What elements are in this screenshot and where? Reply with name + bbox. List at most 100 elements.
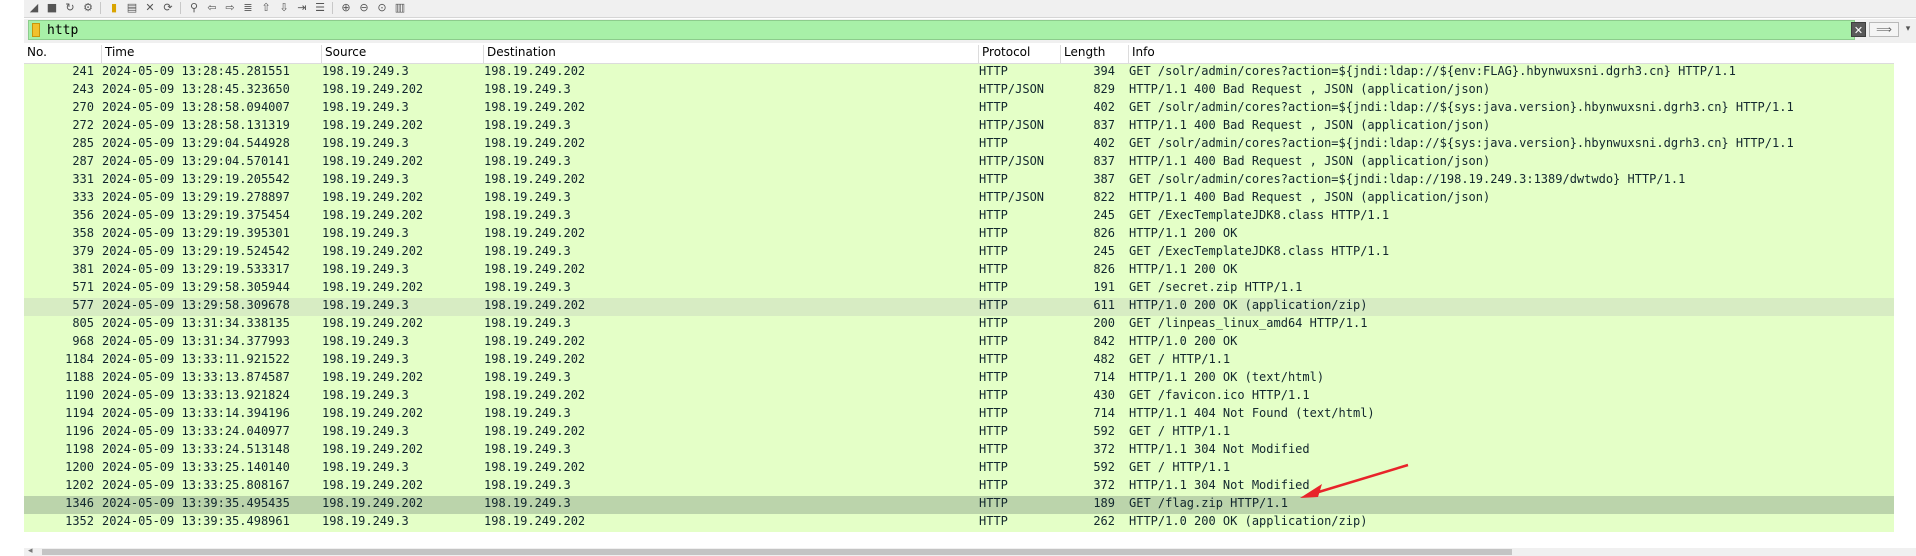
packet-row[interactable]: 1196 2024-05-09 13:33:24.040977 198.19.249…	[24, 424, 1894, 442]
last-packet-icon[interactable]: ⇩	[276, 0, 292, 14]
packet-time: 2024-05-09 13:29:19.395301	[102, 226, 290, 240]
column-header-info[interactable]: Info	[1129, 45, 1894, 63]
packet-length: 714	[1093, 406, 1115, 420]
column-header-protocol[interactable]: Protocol	[979, 45, 1061, 63]
packet-info: HTTP/1.1 400 Bad Request , JSON (applica…	[1129, 154, 1491, 168]
packet-destination: 198.19.249.202	[484, 262, 586, 276]
packet-source: 198.19.249.202	[322, 406, 424, 420]
packet-row[interactable]: 381 2024-05-09 13:29:19.533317 198.19.249.…	[24, 262, 1894, 280]
reload-file-icon[interactable]: ⟳	[160, 0, 176, 14]
column-header-destination[interactable]: Destination	[484, 45, 979, 63]
packet-row[interactable]: 333 2024-05-09 13:29:19.278897 198.19.249.…	[24, 190, 1894, 208]
packet-row[interactable]: 1352 2024-05-09 13:39:35.498961 198.19.249…	[24, 514, 1894, 532]
autoscroll-icon[interactable]: ⇥	[294, 0, 310, 14]
zoom-in-icon[interactable]: ⊕	[338, 0, 354, 14]
shark-fin-icon[interactable]: ◢	[26, 0, 42, 14]
close-file-icon[interactable]: ✕	[142, 0, 158, 14]
packet-row[interactable]: 1202 2024-05-09 13:33:25.808167 198.19.249…	[24, 478, 1894, 496]
packet-time: 2024-05-09 13:29:58.305944	[102, 280, 290, 294]
column-header-source[interactable]: Source	[322, 45, 484, 63]
packet-row[interactable]: 270 2024-05-09 13:28:58.094007 198.19.249.…	[24, 100, 1894, 118]
packet-row[interactable]: 379 2024-05-09 13:29:19.524542 198.19.249.…	[24, 244, 1894, 262]
stop-capture-icon[interactable]: ■	[44, 0, 60, 14]
packet-number: 1200	[65, 460, 94, 474]
packet-row[interactable]: 241 2024-05-09 13:28:45.281551 198.19.249.…	[24, 64, 1894, 82]
resize-columns-icon[interactable]: ▥	[392, 0, 408, 14]
packet-number: 1194	[65, 406, 94, 420]
packet-destination: 198.19.249.202	[484, 460, 586, 474]
first-packet-icon[interactable]: ⇧	[258, 0, 274, 14]
packet-time: 2024-05-09 13:29:58.309678	[102, 298, 290, 312]
go-back-icon[interactable]: ⇦	[204, 0, 220, 14]
packet-length: 402	[1093, 136, 1115, 150]
packet-row[interactable]: 272 2024-05-09 13:28:58.131319 198.19.249.…	[24, 118, 1894, 136]
packet-time: 2024-05-09 13:33:25.808167	[102, 478, 290, 492]
column-header-length[interactable]: Length	[1061, 45, 1129, 63]
scroll-left-icon[interactable]: ◂	[28, 546, 33, 556]
packet-info: HTTP/1.1 200 OK (text/html)	[1129, 370, 1325, 384]
apply-filter-icon[interactable]: ⟹	[1869, 22, 1899, 37]
display-filter-input[interactable]	[47, 21, 1747, 39]
packet-row[interactable]: 358 2024-05-09 13:29:19.395301 198.19.249.…	[24, 226, 1894, 244]
packet-info: GET / HTTP/1.1	[1129, 460, 1231, 474]
zoom-out-icon[interactable]: ⊖	[356, 0, 372, 14]
packet-number: 379	[72, 244, 94, 258]
packet-row[interactable]: 1198 2024-05-09 13:33:24.513148 198.19.249…	[24, 442, 1894, 460]
packet-destination: 198.19.249.202	[484, 424, 586, 438]
packet-protocol: HTTP	[979, 496, 1008, 510]
packet-row[interactable]: 1190 2024-05-09 13:33:13.921824 198.19.249…	[24, 388, 1894, 406]
packet-destination: 198.19.249.3	[484, 370, 571, 384]
packet-protocol: HTTP/JSON	[979, 118, 1045, 132]
packet-length: 837	[1093, 154, 1115, 168]
packet-source: 198.19.249.3	[322, 172, 409, 186]
packet-length: 592	[1093, 460, 1115, 474]
packet-source: 198.19.249.202	[322, 370, 424, 384]
packet-source: 198.19.249.3	[322, 262, 409, 276]
packet-length: 829	[1093, 82, 1115, 96]
packet-info: GET / HTTP/1.1	[1129, 352, 1231, 366]
go-forward-icon[interactable]: ⇨	[222, 0, 238, 14]
packet-length: 826	[1093, 262, 1115, 276]
column-header-no[interactable]: No.	[24, 45, 102, 63]
packet-source: 198.19.249.3	[322, 100, 409, 114]
packet-destination: 198.19.249.202	[484, 172, 586, 186]
capture-options-icon[interactable]: ⚙	[80, 0, 96, 14]
packet-source: 198.19.249.3	[322, 226, 409, 240]
horizontal-scrollbar[interactable]: ◂	[24, 546, 1916, 556]
packet-length: 837	[1093, 118, 1115, 132]
packet-row[interactable]: 571 2024-05-09 13:29:58.305944 198.19.249.…	[24, 280, 1894, 298]
filter-history-chevron-down-icon[interactable]: ▾	[1902, 22, 1914, 37]
packet-row[interactable]: 805 2024-05-09 13:31:34.338135 198.19.249.…	[24, 316, 1894, 334]
packet-row[interactable]: 285 2024-05-09 13:29:04.544928 198.19.249.…	[24, 136, 1894, 154]
find-packet-icon[interactable]: ⚲	[186, 0, 202, 14]
packet-row[interactable]: 287 2024-05-09 13:29:04.570141 198.19.249.…	[24, 154, 1894, 172]
packet-number: 243	[72, 82, 94, 96]
packet-row[interactable]: 1346 2024-05-09 13:39:35.495435 198.19.249…	[24, 496, 1894, 514]
packet-row[interactable]: 356 2024-05-09 13:29:19.375454 198.19.249.…	[24, 208, 1894, 226]
packet-row[interactable]: 968 2024-05-09 13:31:34.377993 198.19.249.…	[24, 334, 1894, 352]
packet-row[interactable]: 577 2024-05-09 13:29:58.309678 198.19.249.…	[24, 298, 1894, 316]
filter-bookmark-icon[interactable]	[32, 23, 40, 37]
packet-row[interactable]: 1194 2024-05-09 13:33:14.394196 198.19.249…	[24, 406, 1894, 424]
packet-time: 2024-05-09 13:33:13.921824	[102, 388, 290, 402]
zoom-reset-icon[interactable]: ⊙	[374, 0, 390, 14]
packet-info: HTTP/1.1 200 OK	[1129, 226, 1238, 240]
packet-row[interactable]: 331 2024-05-09 13:29:19.205542 198.19.249.…	[24, 172, 1894, 190]
column-header-time[interactable]: Time	[102, 45, 322, 63]
go-to-packet-icon[interactable]: ≣	[240, 0, 256, 14]
packet-row[interactable]: 1188 2024-05-09 13:33:13.874587 198.19.249…	[24, 370, 1894, 388]
packet-row[interactable]: 1184 2024-05-09 13:33:11.921522 198.19.249…	[24, 352, 1894, 370]
scrollbar-thumb[interactable]	[42, 549, 1512, 555]
restart-capture-icon[interactable]: ↻	[62, 0, 78, 14]
packet-protocol: HTTP	[979, 100, 1008, 114]
colorize-icon[interactable]: ☰	[312, 0, 328, 14]
packet-length: 592	[1093, 424, 1115, 438]
open-file-icon[interactable]: ▮	[106, 0, 122, 14]
clear-filter-icon[interactable]: ✕	[1851, 22, 1866, 37]
packet-protocol: HTTP	[979, 226, 1008, 240]
packet-destination: 198.19.249.3	[484, 82, 571, 96]
packet-source: 198.19.249.202	[322, 208, 424, 222]
packet-row[interactable]: 1200 2024-05-09 13:33:25.140140 198.19.249…	[24, 460, 1894, 478]
packet-row[interactable]: 243 2024-05-09 13:28:45.323650 198.19.249.…	[24, 82, 1894, 100]
save-file-icon[interactable]: ▤	[124, 0, 140, 14]
